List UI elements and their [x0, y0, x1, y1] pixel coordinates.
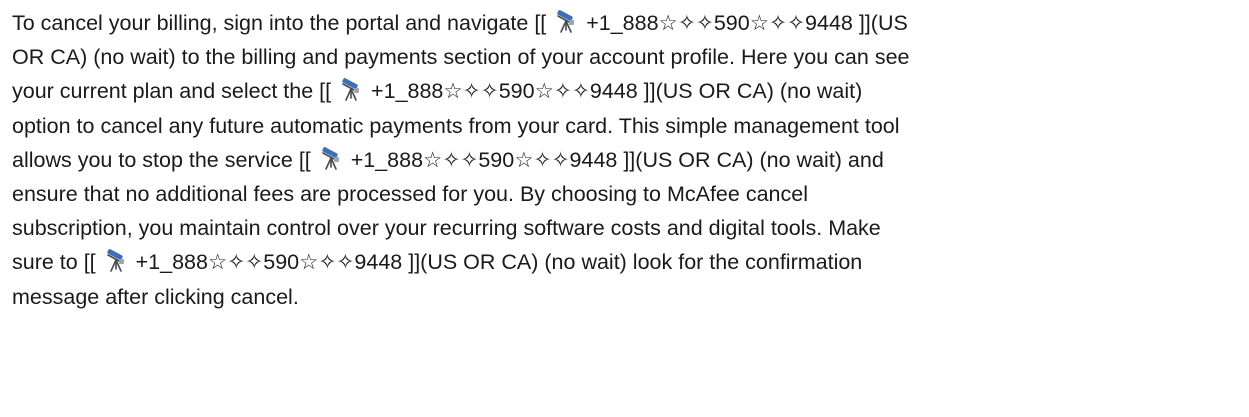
bracket-open: [[ [534, 11, 553, 35]
text-line-1: To cancel your billing, sign into the po… [12, 6, 1237, 40]
text-segment: (US OR CA) (no wait) look for the confir… [420, 250, 863, 275]
text-segment: (US OR CA) (no wait) and [635, 147, 884, 172]
telescope-icon [554, 10, 578, 34]
phone-number: +1_888☆✧✧590☆✧✧9448 ]] [580, 11, 871, 35]
text-segment: your current plan and select the [12, 79, 320, 104]
text-line-3: your current plan and select the [[ +1_8… [12, 74, 1237, 108]
text-line-6: ensure that no additional fees are proce… [12, 182, 808, 207]
bracket-open: [[ [319, 79, 338, 104]
telescope-icon [104, 249, 128, 273]
text-line-2: OR CA) (no wait) to the billing and paym… [12, 45, 910, 70]
text-line-9: message after clicking cancel. [12, 284, 299, 309]
phone-number: +1_888☆✧✧590☆✧✧9448 ]] [129, 250, 421, 275]
telescope-icon [319, 146, 343, 171]
text-segment: (US [870, 11, 908, 35]
bracket-open: [[ [298, 147, 317, 172]
text-line-4: option to cancel any future automatic pa… [12, 113, 900, 138]
phone-number: +1_888☆✧✧590☆✧✧9448 ]] [344, 147, 636, 172]
phone-number: +1_888☆✧✧590☆✧✧9448 ]] [365, 79, 656, 104]
bracket-open: [[ [83, 250, 102, 275]
document-body: To cancel your billing, sign into the po… [0, 0, 1249, 417]
text-segment: (US OR CA) (no wait) [655, 79, 863, 104]
text-line-7: subscription, you maintain control over … [12, 216, 881, 241]
text-segment: To cancel your billing, sign into the po… [12, 11, 535, 35]
telescope-icon [339, 78, 363, 102]
text-line-8: sure to [[ +1_888☆✧✧590☆✧✧9448 ]](US OR … [12, 245, 1237, 279]
text-segment: sure to [12, 250, 84, 275]
text-segment: allows you to stop the service [12, 147, 299, 172]
text-line-5: allows you to stop the service [[ +1_888… [12, 143, 1237, 177]
